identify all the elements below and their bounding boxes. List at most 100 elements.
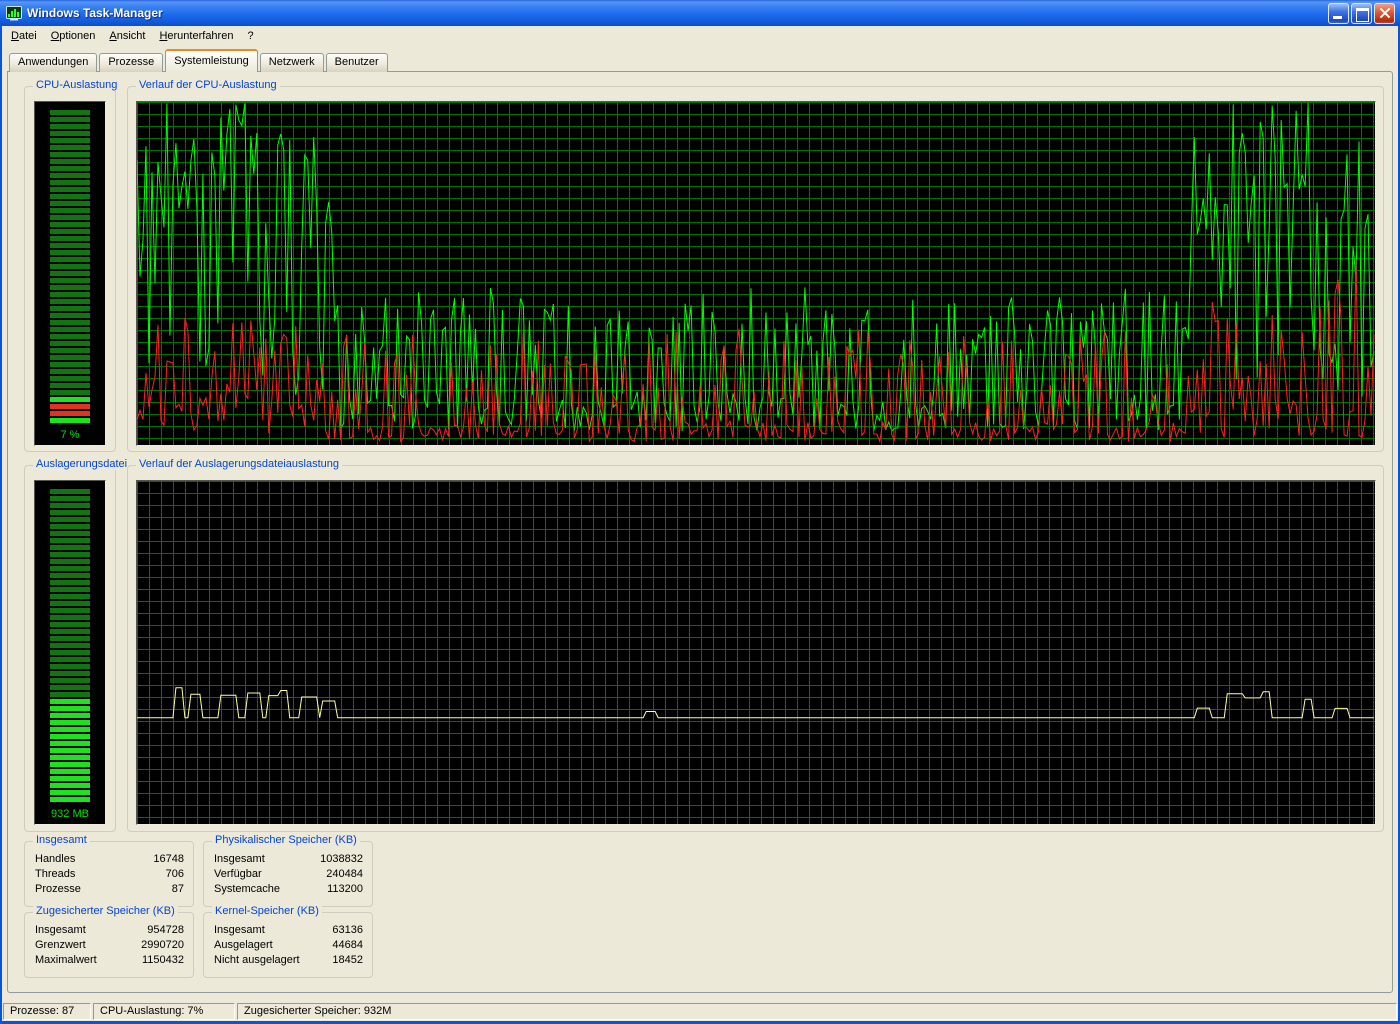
menu-help[interactable]: ? — [240, 28, 260, 44]
cpu-kernel-line — [137, 259, 1374, 442]
status-bar: Prozesse: 87 CPU-Auslastung: 7% Zugesich… — [2, 1001, 1398, 1021]
commit-charge-caption: Zugesicherter Speicher (KB) — [33, 905, 178, 917]
status-cpu-usage: CPU-Auslastung: 7% — [93, 1003, 235, 1020]
stat-row-prozesse: Prozesse 87 — [35, 882, 184, 897]
totals-caption: Insgesamt — [33, 834, 90, 846]
meter-segment — [50, 376, 90, 381]
tab-prozesse[interactable]: Prozesse — [99, 53, 163, 72]
meter-segment — [50, 748, 90, 753]
meter-segment — [50, 327, 90, 332]
tab-systemleistung[interactable]: Systemleistung — [165, 49, 258, 72]
stat-value: 240484 — [326, 867, 363, 882]
stat-label: Threads — [35, 867, 75, 882]
meter-segment — [50, 166, 90, 171]
meter-segment — [50, 194, 90, 199]
meter-segment — [50, 285, 90, 290]
stat-label: Handles — [35, 852, 75, 867]
cpu-usage-groupbox: CPU-Auslastung 7 % — [24, 86, 116, 452]
cpu-usage-value: 7 % — [35, 429, 105, 441]
meter-segment — [50, 692, 90, 697]
meter-segment — [50, 173, 90, 178]
meter-segment — [50, 243, 90, 248]
stat-row-threads: Threads 706 — [35, 867, 184, 882]
meter-segment — [50, 320, 90, 325]
meter-segment — [50, 362, 90, 367]
meter-segment — [50, 531, 90, 536]
cpu-usage-caption: CPU-Auslastung — [33, 79, 120, 91]
stat-value: 2990720 — [141, 938, 184, 953]
meter-segment — [50, 650, 90, 655]
meter-segment — [50, 797, 90, 802]
meter-segment — [50, 643, 90, 648]
meter-segment — [50, 201, 90, 206]
maximize-button[interactable] — [1351, 3, 1372, 24]
menu-ansicht[interactable]: Ansicht — [102, 28, 152, 44]
status-processes: Prozesse: 87 — [3, 1003, 91, 1020]
status-commit-charge: Zugesicherter Speicher: 932M — [237, 1003, 1397, 1020]
cpu-history-svg — [137, 102, 1375, 445]
meter-segment — [50, 411, 90, 416]
meter-segment — [50, 390, 90, 395]
stat-value: 44684 — [332, 938, 363, 953]
tab-benutzer[interactable]: Benutzer — [326, 53, 388, 72]
stat-row-commit-insgesamt: Insgesamt 954728 — [35, 923, 184, 938]
cpu-history-caption: Verlauf der CPU-Auslastung — [136, 79, 280, 91]
meter-segment — [50, 755, 90, 760]
meter-segment — [50, 348, 90, 353]
cpu-history-groupbox: Verlauf der CPU-Auslastung — [127, 86, 1384, 452]
menu-herunterfahren[interactable]: Herunterfahren — [152, 28, 240, 44]
meter-segment — [50, 503, 90, 508]
meter-segment — [50, 762, 90, 767]
meter-segment — [50, 397, 90, 402]
pagefile-history-graph — [136, 480, 1376, 825]
stat-row-phys-insgesamt: Insgesamt 1038832 — [214, 852, 363, 867]
menu-datei[interactable]: Datei — [4, 28, 44, 44]
stat-value: 954728 — [147, 923, 184, 938]
physical-memory-caption: Physikalischer Speicher (KB) — [212, 834, 360, 846]
tab-strip: Anwendungen Prozesse Systemleistung Netz… — [9, 50, 390, 72]
meter-segment — [50, 496, 90, 501]
stat-value: 1150432 — [142, 953, 184, 968]
meter-segment — [50, 622, 90, 627]
meter-segment — [50, 790, 90, 795]
meter-segment — [50, 383, 90, 388]
app-icon[interactable] — [6, 5, 22, 21]
meter-segment — [50, 271, 90, 276]
stat-row-kernel-insgesamt: Insgesamt 63136 — [214, 923, 363, 938]
stat-label: Insgesamt — [214, 852, 265, 867]
stat-label: Verfügbar — [214, 867, 262, 882]
meter-segment — [50, 517, 90, 522]
meter-segment — [50, 566, 90, 571]
stat-value: 18452 — [332, 953, 363, 968]
meter-segment — [50, 159, 90, 164]
tab-anwendungen[interactable]: Anwendungen — [9, 53, 97, 72]
stat-row-systemcache: Systemcache 113200 — [214, 882, 363, 897]
meter-segment — [50, 222, 90, 227]
close-button[interactable] — [1374, 3, 1395, 24]
stat-value: 1038832 — [320, 852, 363, 867]
meter-segment — [50, 524, 90, 529]
meter-segment — [50, 369, 90, 374]
kernel-memory-caption: Kernel-Speicher (KB) — [212, 905, 322, 917]
meter-segment — [50, 418, 90, 423]
kernel-memory-groupbox: Kernel-Speicher (KB) Insgesamt 63136 Aus… — [203, 912, 373, 978]
stat-row-verfuegbar: Verfügbar 240484 — [214, 867, 363, 882]
meter-segment — [50, 741, 90, 746]
meter-segment — [50, 145, 90, 150]
stat-value: 16748 — [153, 852, 184, 867]
minimize-button[interactable] — [1328, 3, 1349, 24]
pagefile-history-svg — [137, 481, 1375, 824]
meter-segment — [50, 152, 90, 157]
tab-netzwerk[interactable]: Netzwerk — [260, 53, 324, 72]
meter-segment — [50, 664, 90, 669]
meter-segment — [50, 636, 90, 641]
cpu-history-graph — [136, 101, 1376, 446]
meter-segment — [50, 678, 90, 683]
meter-segment — [50, 657, 90, 662]
meter-segment — [50, 720, 90, 725]
meter-segment — [50, 110, 90, 115]
stat-value: 87 — [172, 882, 184, 897]
menu-optionen[interactable]: Optionen — [44, 28, 103, 44]
stat-row-ausgelagert: Ausgelagert 44684 — [214, 938, 363, 953]
stat-label: Nicht ausgelagert — [214, 953, 300, 968]
